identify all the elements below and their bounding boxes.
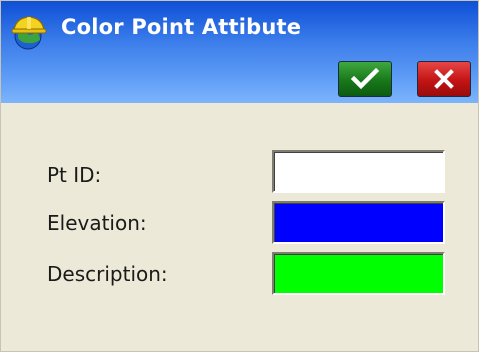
pt-id-color-swatch[interactable] bbox=[272, 150, 445, 193]
window-title: Color Point Attibute bbox=[61, 15, 302, 39]
pt-id-label: Pt ID: bbox=[47, 163, 102, 187]
checkmark-icon bbox=[350, 67, 380, 91]
description-color-fill bbox=[274, 254, 443, 293]
description-label: Description: bbox=[47, 262, 168, 286]
title-bar: Color Point Attibute bbox=[1, 1, 478, 103]
color-point-attribute-dialog: Color Point Attibute Pt ID: Elevation: D… bbox=[0, 0, 479, 352]
cancel-button[interactable] bbox=[417, 61, 471, 97]
description-color-swatch[interactable] bbox=[272, 252, 445, 295]
pt-id-color-fill bbox=[274, 152, 443, 191]
elevation-color-swatch[interactable] bbox=[272, 201, 445, 244]
ok-button[interactable] bbox=[338, 61, 392, 97]
elevation-color-fill bbox=[274, 203, 443, 242]
close-x-icon bbox=[432, 67, 456, 91]
elevation-label: Elevation: bbox=[47, 211, 147, 235]
hard-hat-globe-icon bbox=[10, 13, 48, 51]
